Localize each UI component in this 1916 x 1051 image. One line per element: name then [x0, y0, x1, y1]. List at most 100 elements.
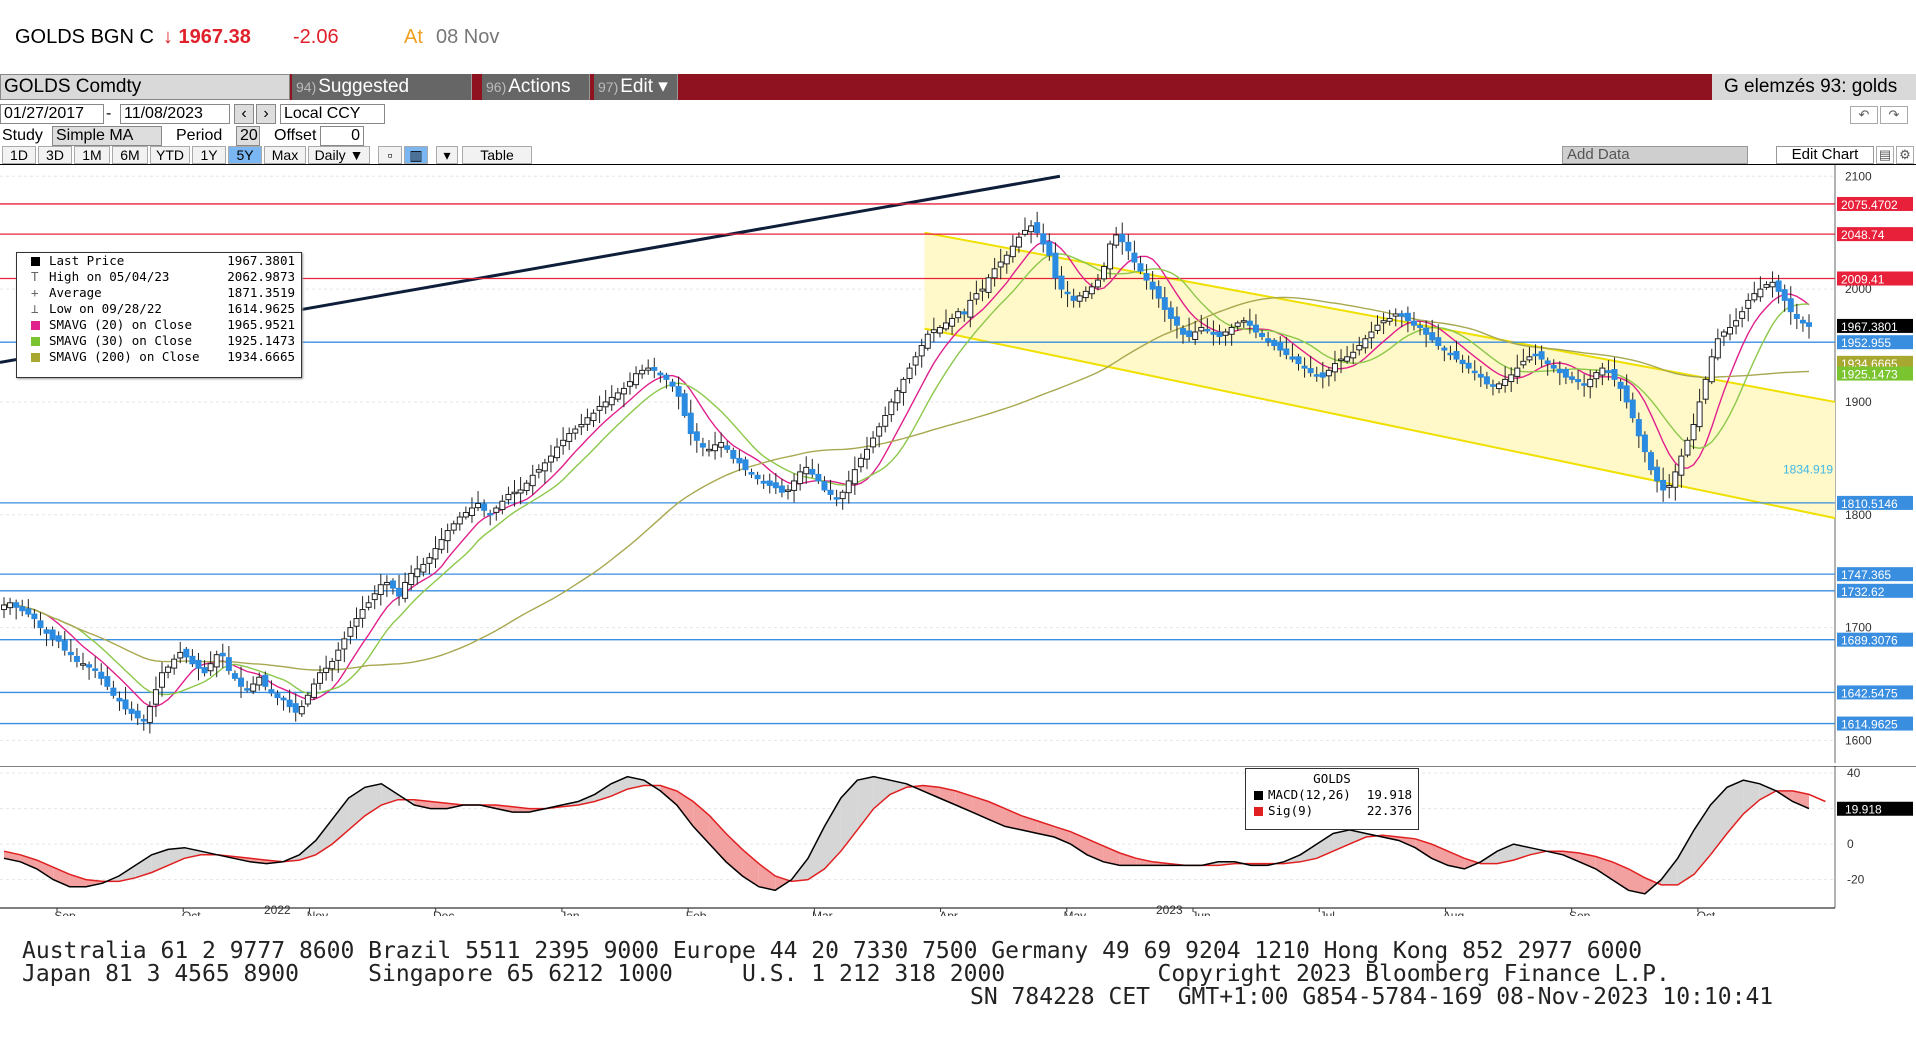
candle-body	[517, 489, 524, 494]
tab-1m[interactable]: 1M	[74, 146, 110, 164]
candle-body	[55, 635, 62, 642]
edit-chart-button[interactable]: Edit Chart	[1776, 146, 1874, 164]
candle-body	[584, 417, 591, 425]
candle-body	[92, 668, 99, 671]
year-label: 2022	[264, 903, 291, 916]
candle-body	[511, 491, 518, 495]
month-label: Jan	[560, 909, 579, 916]
currency-select[interactable]: Local CCY	[280, 104, 385, 124]
candle-body	[675, 386, 682, 397]
candle-body	[408, 572, 415, 586]
date-back-button[interactable]: ‹	[234, 104, 254, 124]
candle-body	[1173, 316, 1180, 326]
offset-field[interactable]: 0	[320, 126, 364, 146]
end-date-field[interactable]: 11/08/2023	[120, 104, 230, 124]
price-legend[interactable]: Last Price 1967.3801 T High on 05/04/23 206…	[16, 252, 302, 378]
legend-row: SMAVG (200) on Close 1934.6665	[17, 349, 301, 365]
redo-icon[interactable]: ↷	[1880, 106, 1908, 124]
candle-body	[1429, 332, 1436, 341]
candle-body	[329, 660, 336, 670]
candle-body	[286, 699, 293, 708]
legend-value: 1925.1473	[227, 333, 295, 348]
add-data-field[interactable]: Add Data	[1562, 146, 1748, 164]
period-label: Period	[176, 127, 223, 144]
candle-body	[833, 497, 840, 500]
candle-body	[1459, 359, 1466, 365]
candle-body	[784, 489, 791, 492]
candle-body	[1003, 254, 1010, 265]
suggested-charts-button[interactable]: 94)Suggested Charts	[292, 74, 472, 123]
macd-fill-segment	[857, 776, 874, 830]
study-select[interactable]: Simple MA	[52, 126, 162, 146]
candle-body	[317, 672, 324, 684]
candle-body	[1544, 360, 1551, 365]
tab-5y[interactable]: 5Y	[228, 146, 262, 164]
tab-ytd[interactable]: YTD	[150, 146, 190, 164]
y-tick-label: 1700	[1845, 621, 1872, 635]
candle-body	[863, 448, 870, 460]
month-label: Apr	[939, 909, 958, 916]
candle-body	[37, 620, 44, 629]
macd-legend[interactable]: GOLDS MACD(12,26) 19.918 Sig(9) 22.376	[1245, 768, 1419, 830]
tab-1d[interactable]: 1D	[2, 146, 36, 164]
tab-3d[interactable]: 3D	[38, 146, 72, 164]
tab-1y[interactable]: 1Y	[192, 146, 226, 164]
month-label: Mar	[812, 909, 833, 916]
candle-body	[505, 493, 512, 501]
period-field[interactable]: 20	[236, 126, 260, 146]
tab-max[interactable]: Max	[264, 146, 306, 164]
legend-swatch	[31, 353, 40, 362]
candle-body	[304, 694, 311, 705]
candle-body	[529, 474, 536, 487]
candle-body	[1386, 317, 1393, 322]
legend-row: + Average 1871.3519	[17, 285, 301, 301]
undo-icon[interactable]: ↶	[1850, 106, 1878, 124]
candle-body	[979, 288, 986, 292]
candle-body	[815, 473, 822, 482]
candle-body	[1, 604, 7, 611]
candle-body	[736, 457, 743, 464]
legend-value: 1934.6665	[227, 349, 295, 364]
date-forward-button[interactable]: ›	[256, 104, 276, 124]
candle-body	[949, 317, 956, 327]
candle-body	[195, 659, 202, 669]
candle-body	[1471, 370, 1478, 374]
frequency-select[interactable]: Daily ▼	[308, 146, 370, 164]
security-field[interactable]: GOLDS Comdty	[0, 74, 290, 100]
month-label: Feb	[686, 909, 707, 916]
candle-body	[906, 367, 913, 380]
candle-body	[396, 587, 403, 597]
table-button[interactable]: Table	[462, 146, 532, 164]
candle-body	[359, 609, 366, 619]
chart-icon[interactable]: ▤	[1876, 146, 1894, 164]
candle-body	[1101, 266, 1108, 280]
edit-button[interactable]: 97) Edit ▾	[594, 74, 678, 100]
candle-body	[86, 664, 93, 668]
edit-number: 97)	[598, 79, 619, 95]
candle-body	[1568, 376, 1575, 380]
candle-body	[1793, 313, 1800, 319]
candle-body	[134, 710, 141, 719]
candle-body	[1058, 275, 1065, 290]
as-of-date: 08 Nov	[436, 26, 500, 48]
high-icon: T	[31, 269, 39, 284]
chart-style-dropdown[interactable]: ▾	[436, 146, 458, 164]
candle-body	[1404, 312, 1411, 322]
tab-6m[interactable]: 6M	[112, 146, 148, 164]
candle-body	[1465, 362, 1472, 369]
candle-body	[1581, 383, 1588, 386]
price-labels: 2075.4702 2048.74 2009.41 1967.3801 1952.955…	[1837, 196, 1913, 732]
candle-body	[1259, 332, 1266, 338]
actions-button[interactable]: 96) Actions ▾	[482, 74, 590, 123]
candle-body	[487, 512, 494, 516]
study-label: Study	[2, 127, 43, 144]
gear-icon[interactable]: ⚙	[1896, 146, 1914, 164]
candle-body	[1799, 319, 1806, 324]
candle-body	[219, 652, 226, 657]
candle-body	[894, 390, 901, 404]
line-chart-icon[interactable]: ▫	[378, 146, 402, 164]
bar-chart-icon[interactable]: ▥	[404, 146, 428, 164]
footer-contacts-2: Japan 81 3 4565 8900 Singapore 65 6212 1…	[22, 961, 1670, 987]
start-date-field[interactable]: 01/27/2017	[0, 104, 104, 124]
macd-chart[interactable]: -200204019.918 SepOctNovDecJanFebMarAprM…	[0, 766, 1916, 916]
